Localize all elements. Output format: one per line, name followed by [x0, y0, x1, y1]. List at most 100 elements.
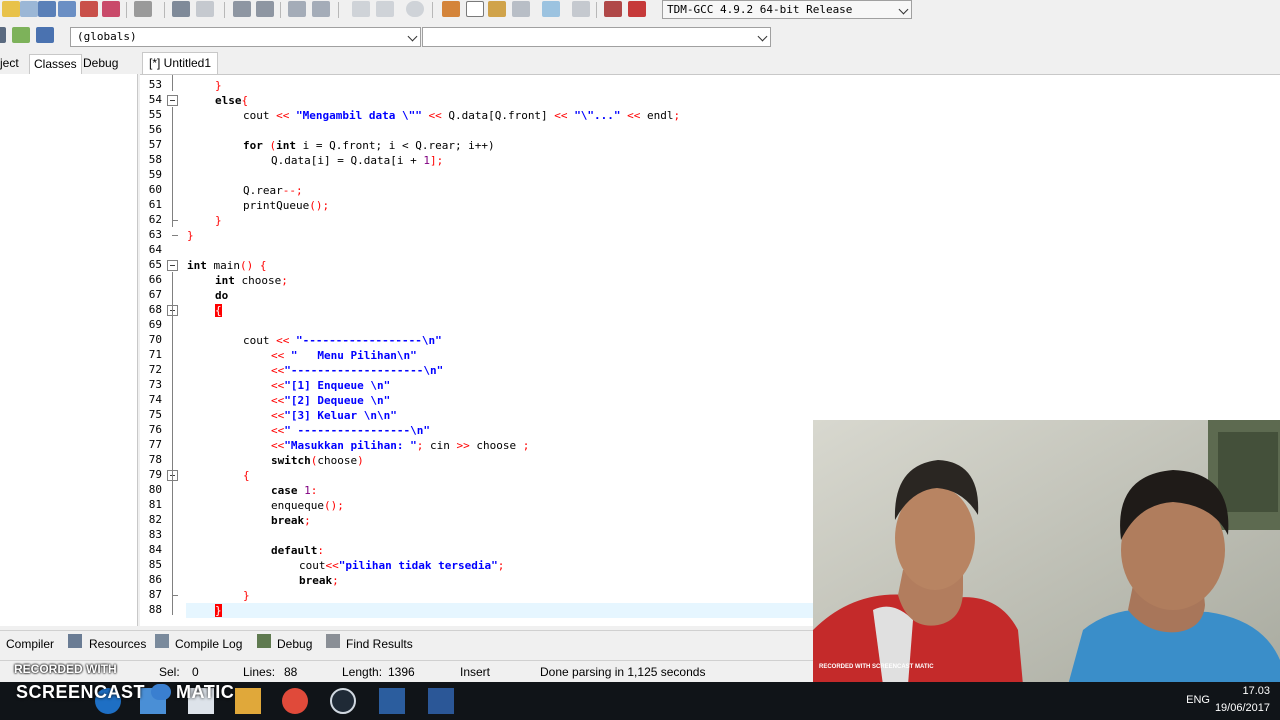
recorder-icon[interactable] — [330, 688, 356, 714]
code-line: <<"Masukkan pilihan: "; cin >> choose ; — [271, 439, 530, 452]
line-number: 79 — [148, 468, 162, 481]
remove-from-project-icon[interactable] — [36, 27, 54, 43]
new-file-icon[interactable] — [20, 1, 38, 17]
chrome-icon[interactable] — [282, 688, 308, 714]
left-panel-tabs: ject Classes Debug — [0, 52, 138, 74]
clock-date[interactable]: 19/06/2017 — [1215, 702, 1270, 714]
code-line: int main() { — [187, 259, 267, 272]
line-number: 64 — [148, 243, 162, 256]
goto-forward-icon[interactable] — [376, 1, 394, 17]
length-label: Length: — [342, 665, 383, 679]
find-results-icon — [326, 634, 340, 648]
tab-classes[interactable]: Classes — [29, 54, 82, 74]
code-line: for (int i = Q.front; i < Q.rear; i++) — [243, 139, 495, 152]
add-to-project-icon[interactable] — [12, 27, 30, 43]
function-select[interactable] — [422, 27, 771, 47]
open-project-icon[interactable] — [2, 1, 20, 17]
replace-icon[interactable] — [256, 1, 274, 17]
main-toolbar: TDM-GCC 4.9.2 64-bit Release — [0, 0, 1280, 22]
code-line: int choose; — [215, 274, 288, 287]
line-gutter: 53 54 55 56 57 58 59 60 61 62 63 64 65 66 67 68 69 70 71 72… — [140, 75, 186, 626]
line-number: 73 — [148, 378, 162, 391]
toggle-bookmark-icon[interactable] — [406, 1, 424, 17]
sel-value: 0 — [192, 665, 199, 679]
tab-project[interactable]: ject — [0, 54, 23, 74]
find-icon[interactable] — [233, 1, 251, 17]
recorded-with-watermark: RECORDED WITH — [14, 662, 117, 676]
line-number: 70 — [148, 333, 162, 346]
fold-guide — [172, 107, 173, 227]
code-line: default: — [271, 544, 324, 557]
code-line: <<"[3] Keluar \n\n" — [271, 409, 397, 422]
compile-log-icon — [155, 634, 169, 648]
word-icon[interactable] — [428, 688, 454, 714]
line-number: 76 — [148, 423, 162, 436]
webcam-watermark: RECORDED WITH SCREENCAST MATIC — [819, 664, 934, 670]
lang-indicator[interactable]: ENG — [1186, 694, 1210, 706]
close-file-icon[interactable] — [80, 1, 98, 17]
run-icon[interactable] — [466, 1, 484, 17]
tab-compile-log[interactable]: Compile Log — [175, 635, 242, 653]
line-number: 80 — [148, 483, 162, 496]
print-icon[interactable] — [134, 1, 152, 17]
line-number: 58 — [148, 153, 162, 166]
tab-untitled1[interactable]: [*] Untitled1 — [142, 52, 219, 74]
line-number: 82 — [148, 513, 162, 526]
brand-name-2: MATIC — [176, 682, 235, 702]
tab-compiler[interactable]: Compiler — [6, 635, 54, 653]
screencast-logo-icon — [150, 684, 171, 700]
globals-select[interactable]: (globals) — [70, 27, 421, 47]
unindent-icon[interactable] — [312, 1, 330, 17]
folder-icon[interactable] — [235, 688, 261, 714]
line-number: 72 — [148, 363, 162, 376]
devcpp-icon[interactable] — [379, 688, 405, 714]
tab-debug[interactable]: Debug — [79, 54, 122, 74]
lines-label: Lines: — [243, 665, 276, 679]
syntax-check-icon[interactable] — [542, 1, 560, 17]
compile-run-icon[interactable] — [488, 1, 506, 17]
code-line: Q.data[i] = Q.data[i + 1]; — [271, 154, 444, 167]
code-line: cout<<"pilihan tidak tersedia"; — [299, 559, 505, 572]
profile-icon[interactable] — [604, 1, 622, 17]
tab-find-results[interactable]: Find Results — [346, 635, 413, 653]
code-line: Q.rear--; — [243, 184, 303, 197]
chevron-down-icon — [757, 31, 768, 42]
rebuild-icon[interactable] — [512, 1, 530, 17]
goto-back-icon[interactable] — [352, 1, 370, 17]
screencast-watermark: SCREENCAST MATIC — [16, 682, 234, 703]
redo-icon[interactable] — [196, 1, 214, 17]
fold-toggle-icon[interactable] — [167, 95, 178, 106]
compiler-select[interactable]: TDM-GCC 4.9.2 64-bit Release — [662, 0, 912, 19]
line-number: 59 — [148, 168, 162, 181]
tab-resources[interactable]: Resources — [89, 635, 146, 653]
code-line: break; — [271, 514, 311, 527]
close-all-icon[interactable] — [102, 1, 120, 17]
code-line: case 1: — [271, 484, 318, 497]
tab-debug-output[interactable]: Debug — [277, 635, 312, 653]
compile-icon[interactable] — [442, 1, 460, 17]
line-number: 71 — [148, 348, 162, 361]
code-line: <<"[2] Dequeue \n" — [271, 394, 391, 407]
code-line: else{ — [215, 94, 249, 107]
lines-value: 88 — [284, 665, 298, 679]
stop-icon[interactable] — [572, 1, 590, 17]
clock-time[interactable]: 17.03 — [1242, 685, 1270, 697]
line-number: 88 — [148, 603, 162, 616]
webcam-overlay: RECORDED WITH SCREENCAST MATIC — [813, 420, 1280, 685]
indent-icon[interactable] — [288, 1, 306, 17]
line-number: 56 — [148, 123, 162, 136]
undo-icon[interactable] — [172, 1, 190, 17]
code-line: enqueque(); — [271, 499, 344, 512]
code-line: } — [215, 79, 222, 92]
brand-name: SCREENCAST — [16, 682, 146, 702]
class-browser[interactable] — [0, 74, 138, 626]
line-number: 60 — [148, 183, 162, 196]
project-icon[interactable] — [0, 27, 6, 43]
save-icon[interactable] — [38, 1, 56, 17]
fold-toggle-icon[interactable] — [167, 260, 178, 271]
code-line: } — [187, 229, 194, 242]
delete-profile-icon[interactable] — [628, 1, 646, 17]
save-all-icon[interactable] — [58, 1, 76, 17]
line-number: 81 — [148, 498, 162, 511]
fold-guide — [172, 75, 173, 91]
